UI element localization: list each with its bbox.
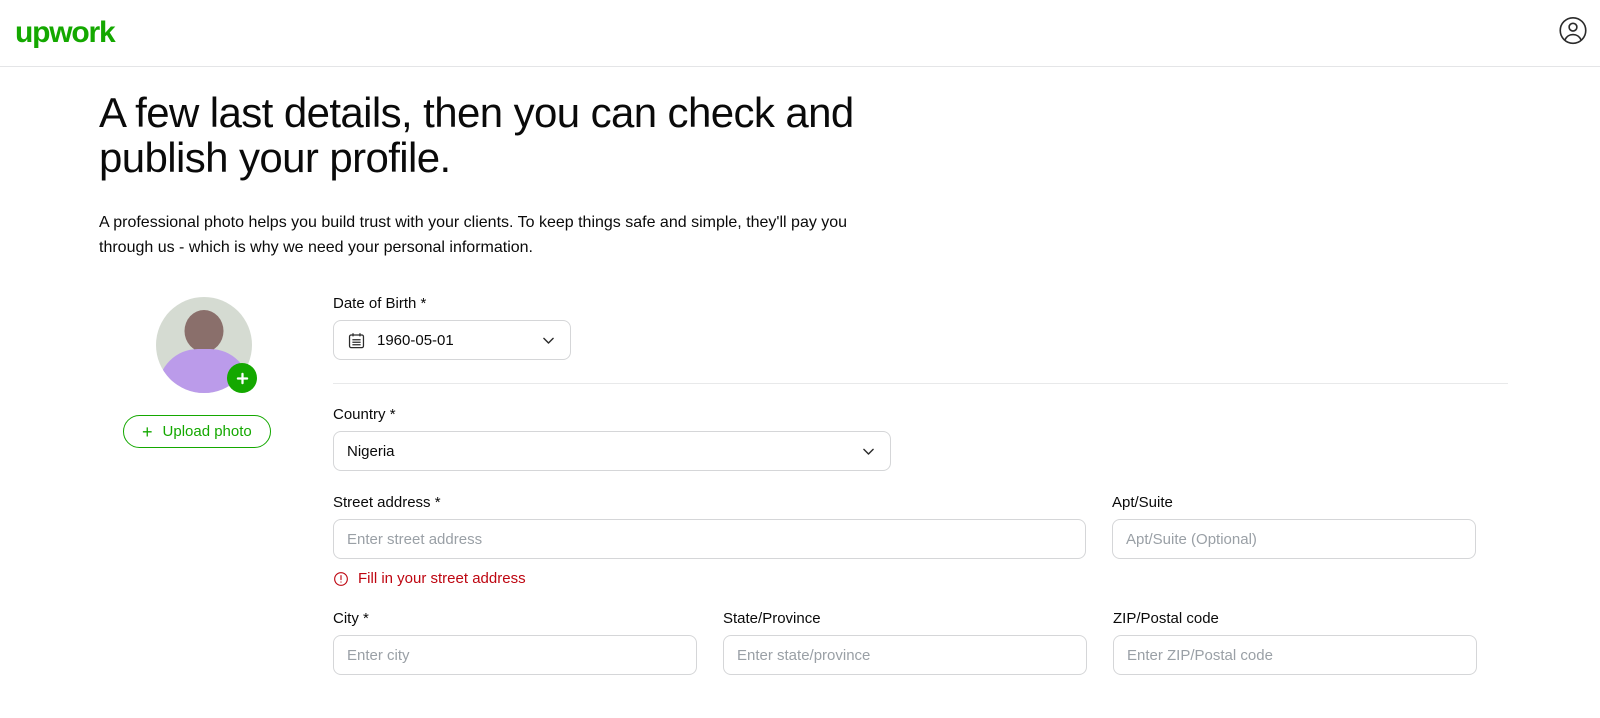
country-select[interactable]: Nigeria (333, 431, 891, 472)
zip-postal-field: ZIP/Postal code (1113, 610, 1477, 676)
street-address-input-wrapper[interactable] (333, 519, 1086, 560)
state-province-input-wrapper[interactable] (723, 635, 1087, 676)
plus-icon: + (142, 421, 153, 442)
city-field: City * (333, 610, 697, 676)
photo-column: + Upload photo (99, 293, 333, 675)
city-label: City * (333, 610, 369, 628)
city-input-wrapper[interactable] (333, 635, 697, 676)
street-address-error-text: Fill in your street address (358, 570, 526, 588)
section-divider (333, 383, 1508, 385)
street-address-input[interactable] (347, 530, 1072, 548)
state-province-input[interactable] (737, 646, 1073, 664)
page-title: A few last details, then you can check a… (99, 89, 854, 181)
apt-suite-label: Apt/Suite (1112, 494, 1173, 512)
city-state-zip-row: City * State/Province ZIP/Postal code (333, 610, 1510, 676)
site-header: upwork (0, 0, 1600, 67)
chevron-down-icon[interactable] (860, 443, 877, 460)
alert-circle-icon (333, 571, 349, 587)
date-of-birth-field: Date of Birth * 1960-05-01 (333, 295, 1510, 361)
date-of-birth-value: 1960-05-01 (377, 331, 454, 349)
fields-column: Date of Birth * 1960-05-01 Country * Nig… (333, 293, 1600, 676)
address-row: Street address * Fill in your stree (333, 494, 1510, 587)
street-address-field: Street address * Fill in your stree (333, 494, 1086, 587)
avatar[interactable] (156, 297, 257, 394)
header-actions (1558, 16, 1588, 51)
zip-postal-label: ZIP/Postal code (1113, 610, 1219, 628)
page-description: A professional photo helps you build tru… (99, 213, 848, 256)
account-circle-icon[interactable] (1558, 16, 1588, 51)
date-of-birth-label: Date of Birth * (333, 295, 427, 313)
zip-postal-input[interactable] (1127, 646, 1463, 664)
profile-form: + Upload photo Date of Birth * 1960-05-0… (99, 293, 1600, 676)
zip-postal-input-wrapper[interactable] (1113, 635, 1477, 676)
apt-suite-field: Apt/Suite (1112, 494, 1476, 587)
calendar-icon (347, 331, 366, 350)
apt-suite-input[interactable] (1126, 530, 1462, 548)
date-of-birth-input[interactable]: 1960-05-01 (333, 320, 571, 361)
country-label: Country * (333, 406, 396, 424)
add-photo-badge-icon[interactable] (227, 363, 257, 394)
chevron-down-icon[interactable] (540, 332, 557, 349)
street-address-label: Street address * (333, 494, 441, 512)
city-input[interactable] (347, 646, 683, 664)
state-province-field: State/Province (723, 610, 1087, 676)
page-content: A few last details, then you can check a… (0, 67, 1600, 676)
country-field: Country * Nigeria (333, 406, 1510, 472)
upwork-logo[interactable]: upwork (15, 18, 116, 48)
street-address-error: Fill in your street address (333, 570, 1086, 587)
upload-photo-button[interactable]: + Upload photo (123, 415, 271, 449)
apt-suite-input-wrapper[interactable] (1112, 519, 1476, 560)
country-value: Nigeria (347, 442, 395, 460)
state-province-label: State/Province (723, 610, 821, 628)
upload-photo-label: Upload photo (162, 423, 252, 441)
